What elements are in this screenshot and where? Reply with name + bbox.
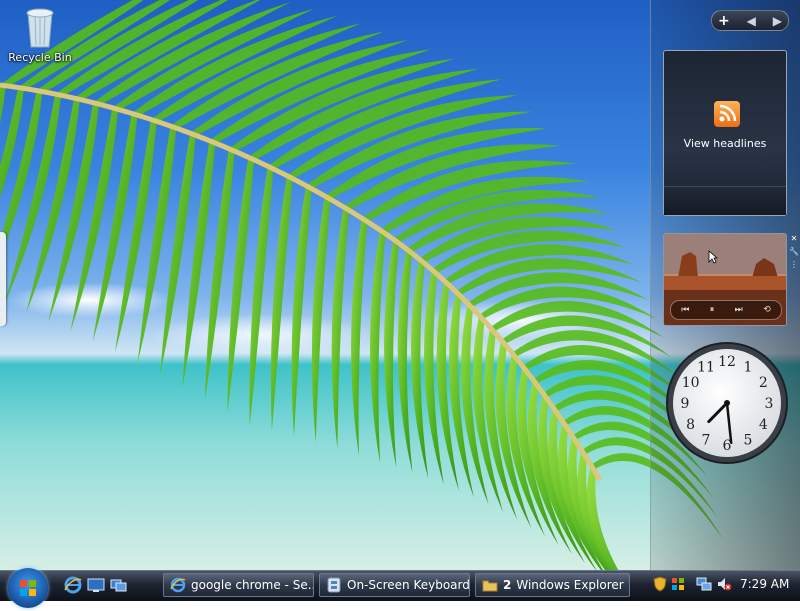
clock-numeral: 5	[744, 432, 753, 448]
clock-numeral: 12	[718, 354, 736, 370]
clock-numeral: 9	[681, 396, 690, 412]
recycle-bin-icon	[20, 3, 60, 49]
network-icon[interactable]	[696, 576, 712, 592]
show-desktop-icon[interactable]	[87, 576, 105, 594]
internet-explorer-icon	[170, 577, 186, 593]
view-slide-button[interactable]: ⟲	[763, 305, 771, 315]
feed-headlines-gadget[interactable]: View headlines	[663, 50, 787, 216]
add-gadget-button[interactable]: +	[718, 13, 730, 29]
taskbar-button-label: google chrome - Se...	[191, 578, 314, 592]
switch-windows-icon[interactable]	[110, 576, 128, 594]
pause-slide-button[interactable]: ⏸	[710, 305, 715, 315]
taskbar-button-on-screen-keyboard[interactable]: On-Screen Keyboard	[319, 573, 470, 597]
taskbar-button-windows-explorer[interactable]: 2 Windows Explorer ▼	[475, 573, 630, 597]
sidebar-controls: + ◀ ▶	[711, 10, 789, 31]
internet-explorer-icon[interactable]	[64, 576, 82, 594]
taskbar-button-chrome[interactable]: google chrome - Se...	[163, 573, 314, 597]
security-shield-icon[interactable]	[652, 576, 668, 592]
next-page-button[interactable]: ▶	[773, 14, 782, 28]
clock-numeral: 10	[682, 375, 700, 391]
gadget-options-icon[interactable]: 🔧	[789, 246, 799, 257]
taskbar-clock[interactable]: 7:29 AM	[740, 577, 789, 591]
view-headlines-link[interactable]: View headlines	[664, 137, 786, 150]
taskbar-button-label: Windows Explorer	[516, 578, 624, 592]
drag-gadget-handle-icon[interactable]: ⋮	[790, 259, 798, 270]
previous-slide-button[interactable]: ⏮	[681, 305, 689, 315]
keyboard-icon	[326, 577, 342, 593]
window-count-badge: 2	[503, 578, 512, 592]
rss-feed-icon	[714, 101, 740, 127]
clock-gadget[interactable]: 12 1 2 3 4 5 6 7 8 9 10 11	[665, 341, 789, 465]
windows-logo-icon	[20, 580, 36, 596]
clock-numeral: 7	[702, 432, 711, 448]
clock-numeral: 2	[759, 375, 768, 391]
clock-numeral: 11	[697, 360, 715, 376]
slideshow-gadget[interactable]: ⏮ ⏸ ⏭ ⟲	[663, 233, 787, 326]
close-gadget-icon[interactable]: ✕	[791, 233, 798, 244]
start-button[interactable]	[8, 568, 48, 608]
clock-numeral: 3	[765, 396, 774, 412]
volume-muted-icon[interactable]	[716, 576, 732, 592]
windows-update-icon[interactable]	[670, 576, 686, 592]
left-edge-tab[interactable]	[0, 232, 6, 326]
desktop-icon-label: Recycle Bin	[8, 51, 72, 64]
clock-numeral: 4	[759, 417, 768, 433]
next-slide-button[interactable]: ⏭	[735, 305, 743, 315]
slideshow-controls: ⏮ ⏸ ⏭ ⟲	[670, 300, 782, 320]
feed-gadget-footer	[664, 186, 786, 215]
desktop-icon-recycle-bin[interactable]: Recycle Bin	[5, 3, 75, 64]
clock-numeral: 8	[686, 417, 695, 433]
taskbar-button-label: On-Screen Keyboard	[347, 578, 470, 592]
gadget-toolbar: ✕ 🔧 ⋮	[789, 233, 799, 277]
folder-icon	[482, 577, 498, 593]
clock-numeral: 1	[744, 360, 753, 376]
previous-page-button[interactable]: ◀	[747, 14, 756, 28]
group-dropdown-icon[interactable]: ▼	[629, 580, 630, 590]
mouse-cursor-icon	[708, 250, 718, 264]
